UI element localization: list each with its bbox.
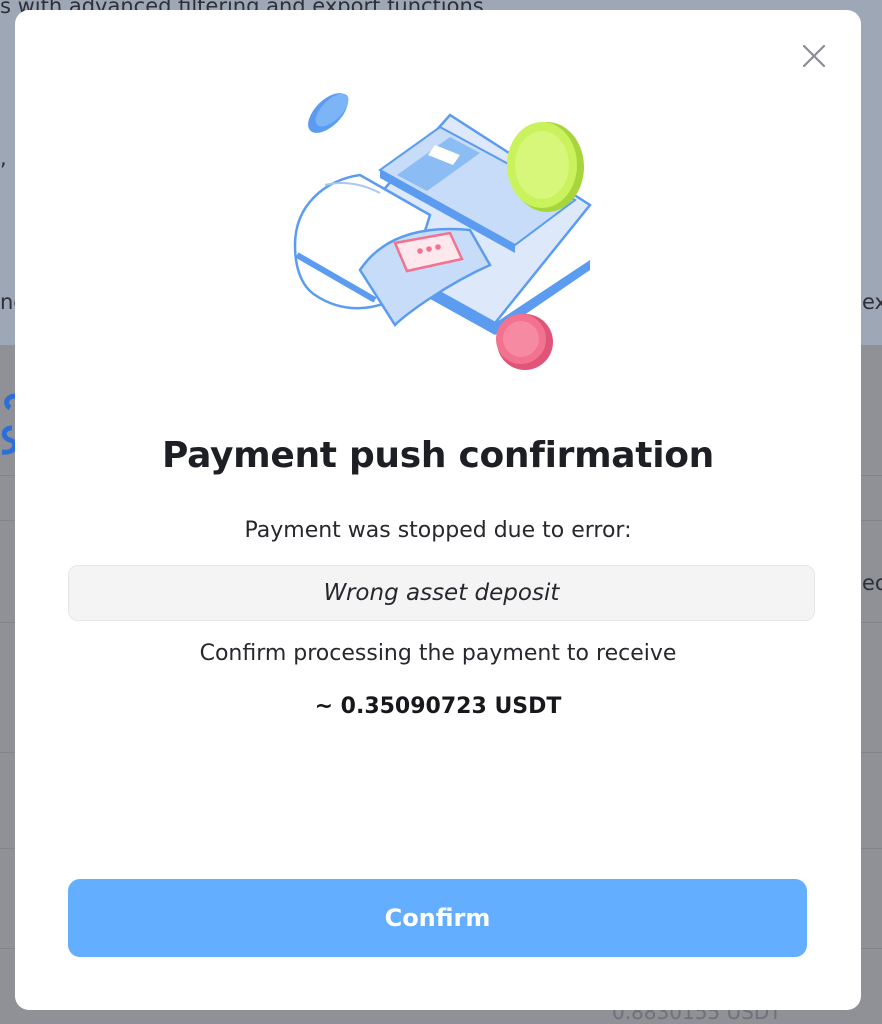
close-button[interactable]: [799, 41, 829, 71]
payment-push-modal: Payment push confirmation Payment was st…: [15, 10, 861, 1010]
background-text-fragment: ec: [862, 571, 882, 595]
payment-terminal-illustration-icon: [293, 93, 592, 370]
confirm-button[interactable]: Confirm: [68, 879, 807, 957]
error-message: Wrong asset deposit: [323, 580, 560, 606]
modal-subtitle: Payment was stopped due to error:: [244, 518, 632, 543]
background-text-fragment: ,: [0, 146, 7, 170]
receive-amount: ~ 0.35090723 USDT: [314, 694, 562, 719]
background-logo-icon: [1, 393, 16, 455]
error-message-box: Wrong asset deposit: [68, 565, 815, 621]
confirm-prompt: Confirm processing the payment to receiv…: [199, 641, 677, 666]
modal-title: Payment push confirmation: [161, 435, 715, 476]
close-icon: [802, 44, 826, 68]
background-text-fragment: ex: [862, 290, 882, 314]
